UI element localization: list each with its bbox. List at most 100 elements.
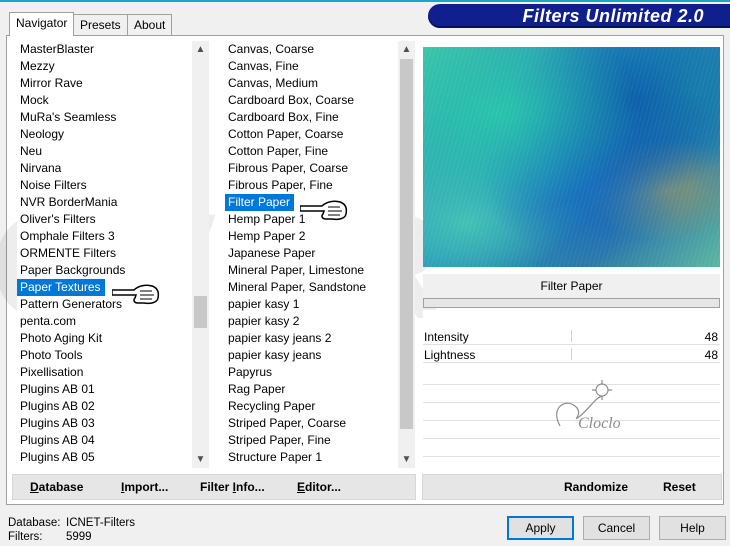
filter-item[interactable]: Hemp Paper 2 <box>225 228 398 245</box>
category-item[interactable]: Plugins AB 03 <box>17 415 193 432</box>
filter-scrollbar[interactable]: ▲ ▼ <box>398 41 415 468</box>
category-item[interactable]: Plugins AB 05 <box>17 449 193 466</box>
randomize-button[interactable]: Randomize <box>564 480 628 494</box>
category-item[interactable]: Nirvana <box>17 160 193 177</box>
import-button-label: mport... <box>124 480 169 494</box>
filter-item[interactable]: Canvas, Coarse <box>225 41 398 58</box>
category-item[interactable]: Photo Aging Kit <box>17 330 193 347</box>
category-item[interactable]: Photo Tools <box>17 347 193 364</box>
category-item-label: Pattern Generators <box>20 297 123 311</box>
category-item[interactable]: Plugins AB 04 <box>17 432 193 449</box>
reset-button[interactable]: Reset <box>663 480 696 494</box>
category-scrollbar[interactable]: ▲ ▼ <box>192 41 209 468</box>
category-item-label: Plugins AB 01 <box>20 382 95 396</box>
filter-item[interactable]: Striped Paper, Coarse <box>225 415 398 432</box>
category-item[interactable]: Oliver's Filters <box>17 211 193 228</box>
filter-item-label: Fibrous Paper, Fine <box>228 178 333 192</box>
filter-item[interactable]: Recycling Paper <box>225 398 398 415</box>
filter-item[interactable]: Canvas, Medium <box>225 75 398 92</box>
tab-navigator[interactable]: Navigator <box>9 12 75 36</box>
database-button[interactable]: Database <box>30 480 83 494</box>
category-item[interactable]: Neu <box>17 143 193 160</box>
filter-item[interactable]: Mineral Paper, Limestone <box>225 262 398 279</box>
filter-item[interactable]: papier kasy 1 <box>225 296 398 313</box>
filter-item-label: Hemp Paper 2 <box>228 229 306 243</box>
help-button[interactable]: Help <box>659 516 726 540</box>
filter-item-label: papier kasy 2 <box>228 314 300 328</box>
category-item[interactable]: Plugins AB 01 <box>17 381 193 398</box>
category-item[interactable]: Mock <box>17 92 193 109</box>
tab-presets[interactable]: Presets <box>73 14 128 35</box>
filter-item[interactable]: papier kasy jeans <box>225 347 398 364</box>
filter-item[interactable]: Fibrous Paper, Fine <box>225 177 398 194</box>
scroll-down-icon[interactable]: ▼ <box>398 451 415 468</box>
category-item[interactable]: Mirror Rave <box>17 75 193 92</box>
category-item[interactable]: Plugins AB 02 <box>17 398 193 415</box>
category-item[interactable]: Neology <box>17 126 193 143</box>
category-item-label: Paper Textures <box>17 279 105 296</box>
filter-item-label: Canvas, Coarse <box>228 42 315 56</box>
param-row-intensity[interactable]: Intensity 48 <box>423 328 720 345</box>
category-item-label: Plugins AB 03 <box>20 416 95 430</box>
category-item[interactable]: Omphale Filters 3 <box>17 228 193 245</box>
filter-item[interactable]: Japanese Paper <box>225 245 398 262</box>
apply-button[interactable]: Apply <box>507 516 574 540</box>
filter-scroll-thumb[interactable] <box>400 59 413 429</box>
filter-item[interactable]: Striped Paper, Fine <box>225 432 398 449</box>
scroll-up-icon[interactable]: ▲ <box>192 41 209 58</box>
pointing-hand-icon <box>300 200 348 221</box>
category-item-label: Mirror Rave <box>20 76 83 90</box>
filter-item[interactable]: Structure Paper 1 <box>225 449 398 466</box>
param-row-empty <box>423 440 720 457</box>
import-button[interactable]: Import... <box>121 480 168 494</box>
tab-about[interactable]: About <box>127 14 173 35</box>
category-item[interactable]: NVR BorderMania <box>17 194 193 211</box>
param-label: Lightness <box>424 348 476 362</box>
category-item[interactable]: Paper Textures <box>17 279 193 296</box>
filter-item[interactable]: Mineral Paper, Sandstone <box>225 279 398 296</box>
filter-item-label: Japanese Paper <box>228 246 316 260</box>
filter-item[interactable]: Cotton Paper, Fine <box>225 143 398 160</box>
filter-list[interactable]: Canvas, Coarse Canvas, Fine Canvas, Medium… <box>225 41 398 468</box>
scroll-up-icon[interactable]: ▲ <box>398 41 415 58</box>
category-item-label: Photo Aging Kit <box>20 331 103 345</box>
pointing-hand-icon <box>112 284 160 305</box>
category-item-label: MuRa's Seamless <box>20 110 117 124</box>
cancel-button[interactable]: Cancel <box>583 516 650 540</box>
editor-button[interactable]: Editor... <box>297 480 341 494</box>
category-item-label: ORMENTE Filters <box>20 246 116 260</box>
category-item[interactable]: MasterBlaster <box>17 41 193 58</box>
category-list[interactable]: MasterBlaster Mezzy Mirror Rave Mock MuRa's … <box>17 41 193 468</box>
filter-item[interactable]: papier kasy 2 <box>225 313 398 330</box>
filter-item[interactable]: Rag Paper <box>225 381 398 398</box>
category-scroll-thumb[interactable] <box>194 296 207 328</box>
progress-bar <box>423 298 720 308</box>
tab-presets-label: Presets <box>80 18 121 32</box>
filter-item[interactable]: papier kasy jeans 2 <box>225 330 398 347</box>
category-item-label: Omphale Filters 3 <box>20 229 115 243</box>
category-item[interactable]: Paper Backgrounds <box>17 262 193 279</box>
slider-divider <box>571 348 572 360</box>
filter-item[interactable]: Canvas, Fine <box>225 58 398 75</box>
filter-item[interactable]: Papyrus <box>225 364 398 381</box>
filter-item-label: Cotton Paper, Fine <box>228 144 329 158</box>
filter-item[interactable]: Cardboard Box, Coarse <box>225 92 398 109</box>
category-item[interactable]: Noise Filters <box>17 177 193 194</box>
category-item[interactable]: ORMENTE Filters <box>17 245 193 262</box>
category-item[interactable]: Pixellisation <box>17 364 193 381</box>
filter-item[interactable]: Cotton Paper, Coarse <box>225 126 398 143</box>
filter-item-label: Recycling Paper <box>228 399 316 413</box>
filter-info-button[interactable]: Filter Info... <box>200 480 265 494</box>
param-row-lightness[interactable]: Lightness 48 <box>423 346 720 363</box>
category-item[interactable]: Mezzy <box>17 58 193 75</box>
category-item-label: Photo Tools <box>20 348 83 362</box>
category-item[interactable]: Pattern Generators <box>17 296 193 313</box>
category-item[interactable]: MuRa's Seamless <box>17 109 193 126</box>
scroll-down-icon[interactable]: ▼ <box>192 451 209 468</box>
filter-item[interactable]: Fibrous Paper, Coarse <box>225 160 398 177</box>
filter-item-label: papier kasy 1 <box>228 297 300 311</box>
editor-button-label: ditor... <box>305 480 342 494</box>
filter-item[interactable]: Cardboard Box, Fine <box>225 109 398 126</box>
category-item[interactable]: penta.com <box>17 313 193 330</box>
category-item-label: Pixellisation <box>20 365 84 379</box>
